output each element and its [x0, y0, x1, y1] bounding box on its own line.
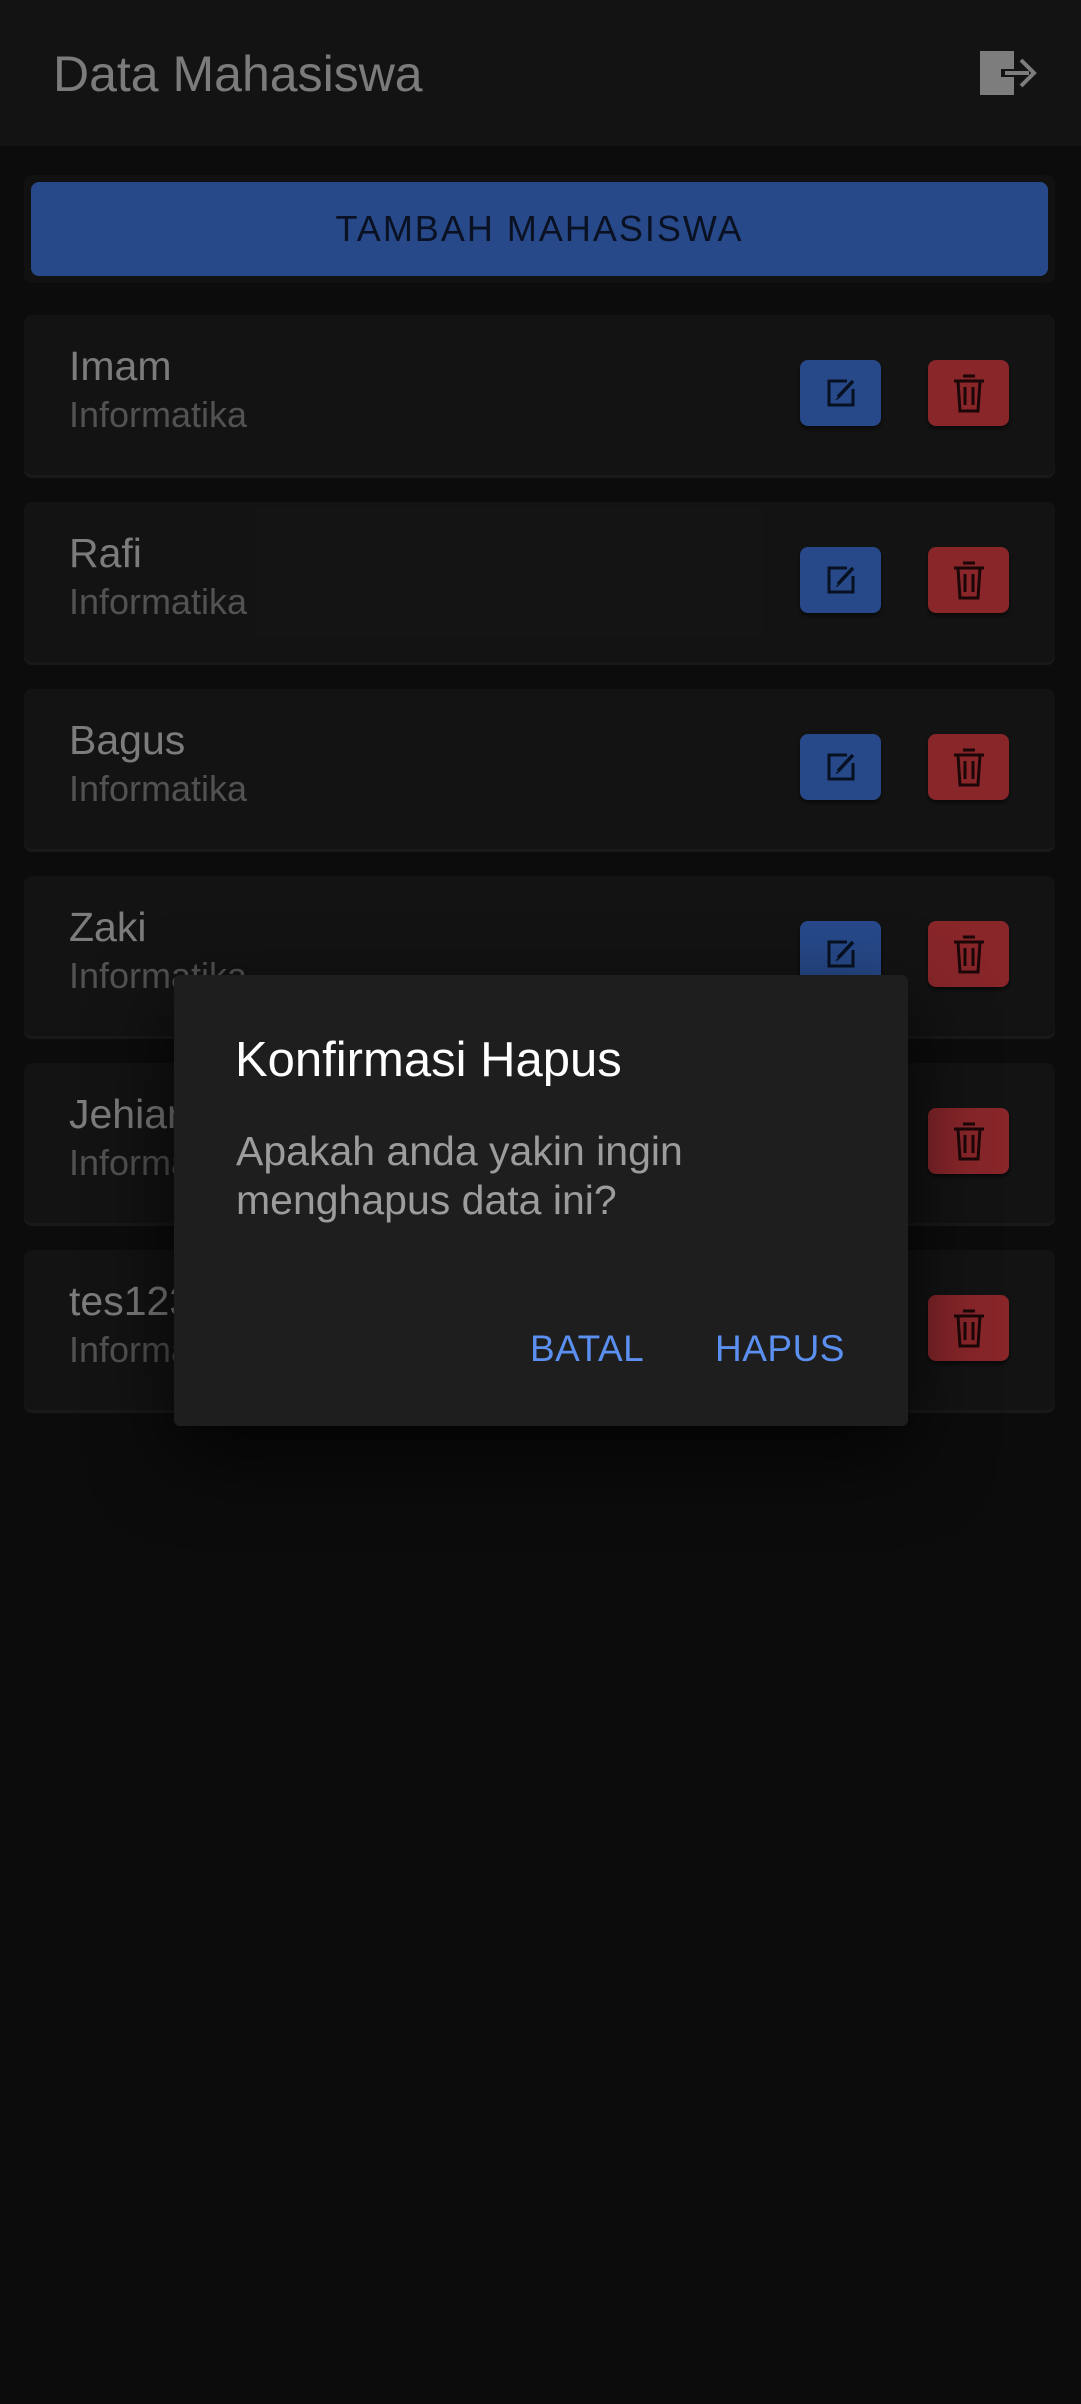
dialog-title: Konfirmasi Hapus [235, 1033, 622, 1087]
confirm-delete-button[interactable]: HAPUS [715, 1327, 845, 1371]
cancel-button[interactable]: BATAL [530, 1327, 644, 1371]
delete-confirmation-dialog: Konfirmasi Hapus Apakah anda yakin ingin… [174, 975, 908, 1426]
dialog-message: Apakah anda yakin ingin menghapus data i… [236, 1128, 683, 1223]
